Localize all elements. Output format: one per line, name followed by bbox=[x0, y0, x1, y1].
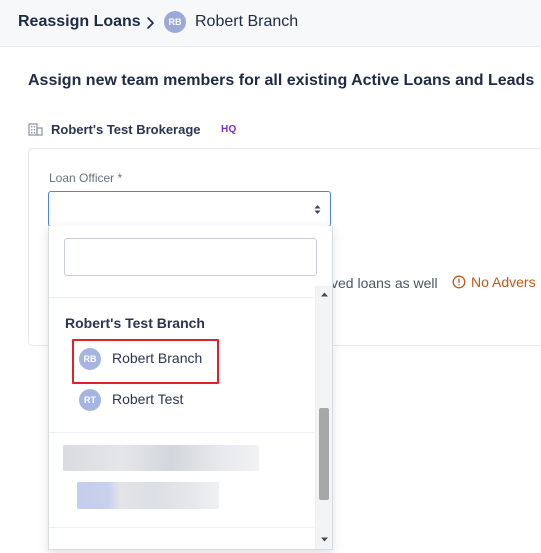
option-label: Robert Test bbox=[112, 391, 184, 407]
scroll-down-arrow-icon[interactable] bbox=[320, 535, 329, 544]
dropdown-scrollbar[interactable] bbox=[315, 286, 332, 549]
apply-approved-loans-text: ved loans as well bbox=[331, 275, 438, 291]
loan-officer-label: Loan Officer * bbox=[49, 171, 123, 185]
chevron-right-icon bbox=[147, 17, 154, 29]
breadcrumb-reassign-loans-link[interactable]: Reassign Loans bbox=[18, 13, 141, 31]
building-icon bbox=[28, 123, 43, 136]
avatar: RB bbox=[164, 11, 186, 33]
adverse-warning-text: No Advers bbox=[471, 274, 536, 290]
option-robert-test[interactable]: RT Robert Test bbox=[79, 387, 279, 413]
reassign-loans-page: Reassign Loans RB Robert Branch Assign n… bbox=[0, 0, 541, 553]
group-header-branch: Robert's Test Branch bbox=[65, 315, 205, 331]
breadcrumb-header: Reassign Loans RB Robert Branch bbox=[0, 0, 541, 47]
divider bbox=[49, 527, 314, 528]
info-circle-icon bbox=[452, 275, 466, 289]
divider bbox=[49, 297, 314, 298]
page-title: Assign new team members for all existing… bbox=[28, 72, 535, 89]
scroll-up-arrow-icon[interactable] bbox=[320, 290, 329, 299]
redacted-group-header bbox=[63, 445, 259, 471]
selection-highlight-box bbox=[72, 339, 219, 384]
sort-arrows-icon bbox=[314, 205, 321, 214]
avatar: RT bbox=[79, 389, 101, 411]
dropdown-search-input[interactable] bbox=[64, 238, 317, 276]
breadcrumb-current: Robert Branch bbox=[195, 13, 299, 30]
loan-officer-select[interactable] bbox=[48, 191, 331, 227]
scrollbar-thumb[interactable] bbox=[319, 408, 329, 500]
loan-officer-dropdown: Robert's Test Branch RB Robert Branch RT… bbox=[48, 226, 333, 550]
redacted-option[interactable] bbox=[77, 482, 219, 509]
divider bbox=[49, 432, 314, 433]
hq-badge: HQ bbox=[221, 124, 237, 135]
brokerage-name: Robert's Test Brokerage bbox=[51, 122, 201, 137]
